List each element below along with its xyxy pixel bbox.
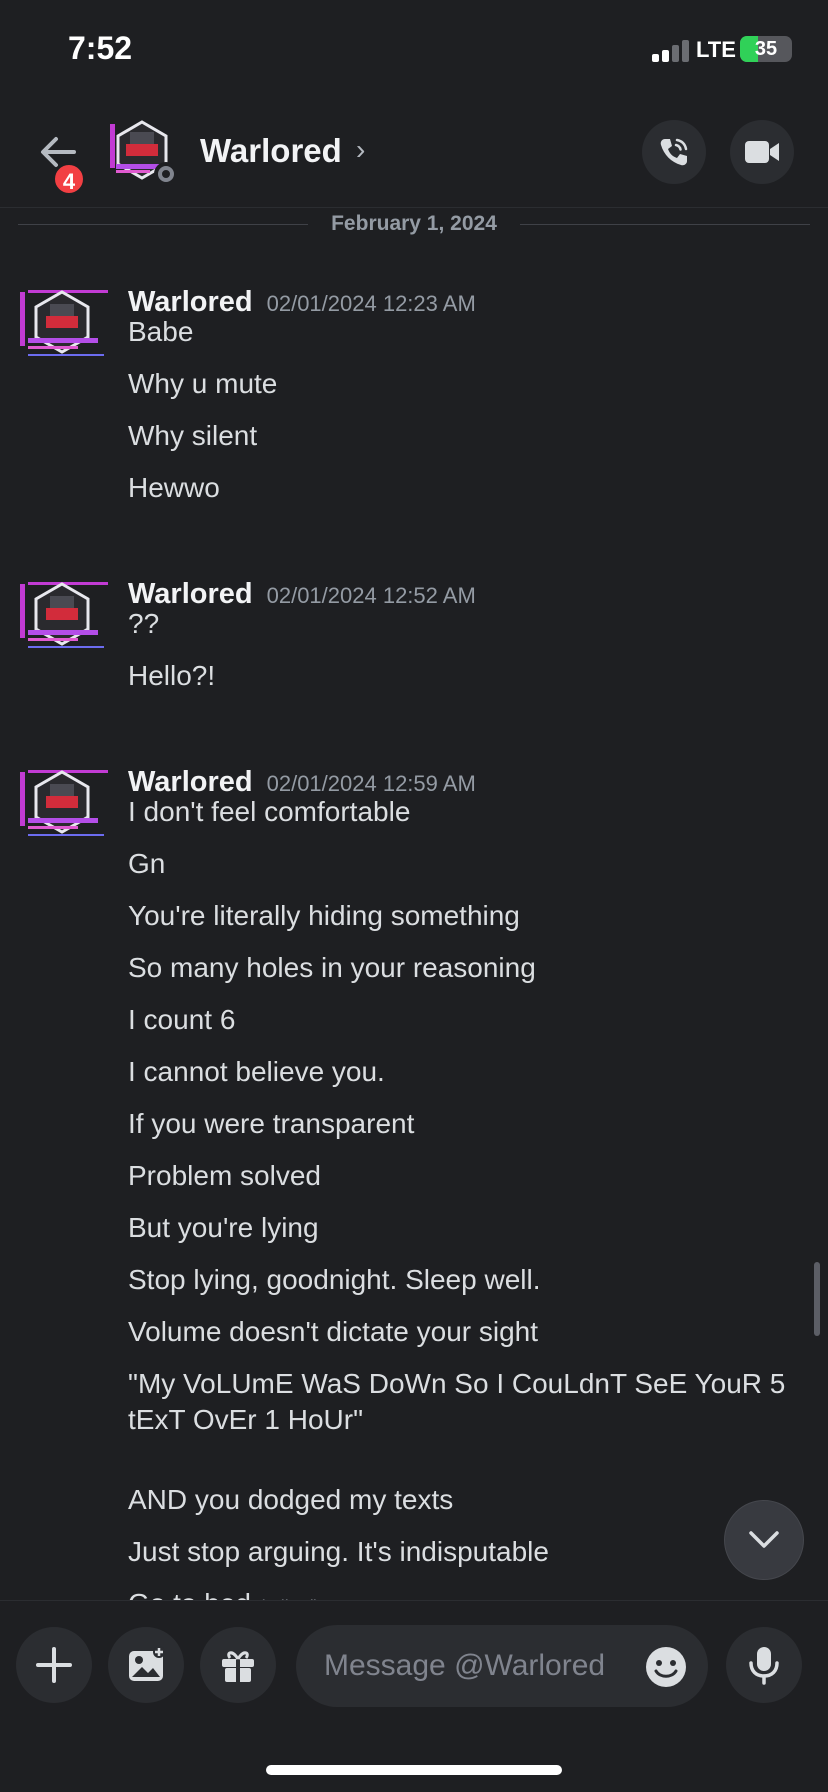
dm-username[interactable]: Warlored: [200, 132, 342, 170]
message-text[interactable]: But you're lying: [128, 1210, 788, 1246]
message-text[interactable]: If you were transparent: [128, 1106, 788, 1142]
chevron-down-icon: [749, 1531, 779, 1548]
presence-status-icon: [154, 162, 178, 186]
message-timestamp: 02/01/2024 12:23 AM: [266, 291, 476, 316]
jump-to-bottom-button[interactable]: [724, 1500, 804, 1580]
message-timestamp: 02/01/2024 12:52 AM: [266, 583, 476, 608]
emoji-icon[interactable]: [644, 1645, 688, 1689]
message-text[interactable]: Hewwo: [128, 470, 788, 506]
plus-icon: [36, 1647, 72, 1683]
message-text[interactable]: "My VoLUmE WaS DoWn So I CouLdnT SeE You…: [128, 1366, 788, 1438]
message-text[interactable]: ??: [128, 606, 788, 642]
message-input[interactable]: [324, 1625, 624, 1707]
gift-icon: [222, 1651, 254, 1682]
battery-percent: 35: [754, 38, 778, 60]
video-call-button[interactable]: [730, 120, 794, 184]
message-text[interactable]: Volume doesn't dictate your sight: [128, 1314, 788, 1350]
message-text[interactable]: Hello?!: [128, 658, 788, 694]
dm-header: 4 Warlored ›: [0, 100, 828, 208]
scrollbar[interactable]: [814, 1262, 820, 1336]
message-timestamp: 02/01/2024 12:59 AM: [266, 771, 476, 796]
status-bar: 7:52 LTE 35: [0, 0, 828, 100]
battery-icon: 35: [740, 36, 792, 62]
unread-badge: 4: [52, 162, 86, 196]
message-text[interactable]: You're literally hiding something: [128, 898, 788, 934]
image-icon: [129, 1646, 165, 1681]
message-text[interactable]: Why u mute: [128, 366, 788, 402]
message-text[interactable]: Why silent: [128, 418, 788, 454]
message-text[interactable]: Go to bed (edited): [128, 1586, 788, 1600]
message-text[interactable]: I cannot believe you.: [128, 1054, 788, 1090]
message-text[interactable]: Problem solved: [128, 1158, 788, 1194]
message-text[interactable]: AND you dodged my texts: [128, 1482, 788, 1518]
message-text[interactable]: Stop lying, goodnight. Sleep well.: [128, 1262, 788, 1298]
microphone-icon: [749, 1647, 779, 1685]
gift-button[interactable]: [200, 1627, 276, 1703]
phone-call-icon: [660, 138, 688, 166]
status-time: 7:52: [68, 30, 133, 66]
signal-icon: [652, 38, 692, 62]
video-camera-icon: [745, 141, 779, 163]
message-text[interactable]: I count 6: [128, 1002, 788, 1038]
voice-call-button[interactable]: [642, 120, 706, 184]
message-text[interactable]: So many holes in your reasoning: [128, 950, 788, 986]
avatar[interactable]: [18, 766, 110, 846]
image-picker-button[interactable]: [108, 1627, 184, 1703]
message-text[interactable]: Just stop arguing. It's indisputable: [128, 1534, 788, 1570]
chevron-right-icon[interactable]: ›: [356, 134, 365, 166]
voice-message-button[interactable]: [726, 1627, 802, 1703]
avatar[interactable]: [18, 578, 110, 658]
message-input-container: [296, 1625, 708, 1707]
add-attachment-button[interactable]: [16, 1627, 92, 1703]
date-divider: February 1, 2024: [18, 208, 810, 240]
network-label: LTE: [696, 37, 736, 62]
home-indicator: [266, 1765, 562, 1775]
message-composer: [0, 1600, 828, 1792]
message-text[interactable]: I don't feel comfortable: [128, 794, 788, 830]
avatar[interactable]: [18, 286, 110, 366]
message-group: Warlored 02/01/2024 12:59 AM I don't feel …: [0, 766, 828, 1600]
message-text[interactable]: Babe: [128, 314, 788, 350]
message-text[interactable]: Gn: [128, 846, 788, 882]
